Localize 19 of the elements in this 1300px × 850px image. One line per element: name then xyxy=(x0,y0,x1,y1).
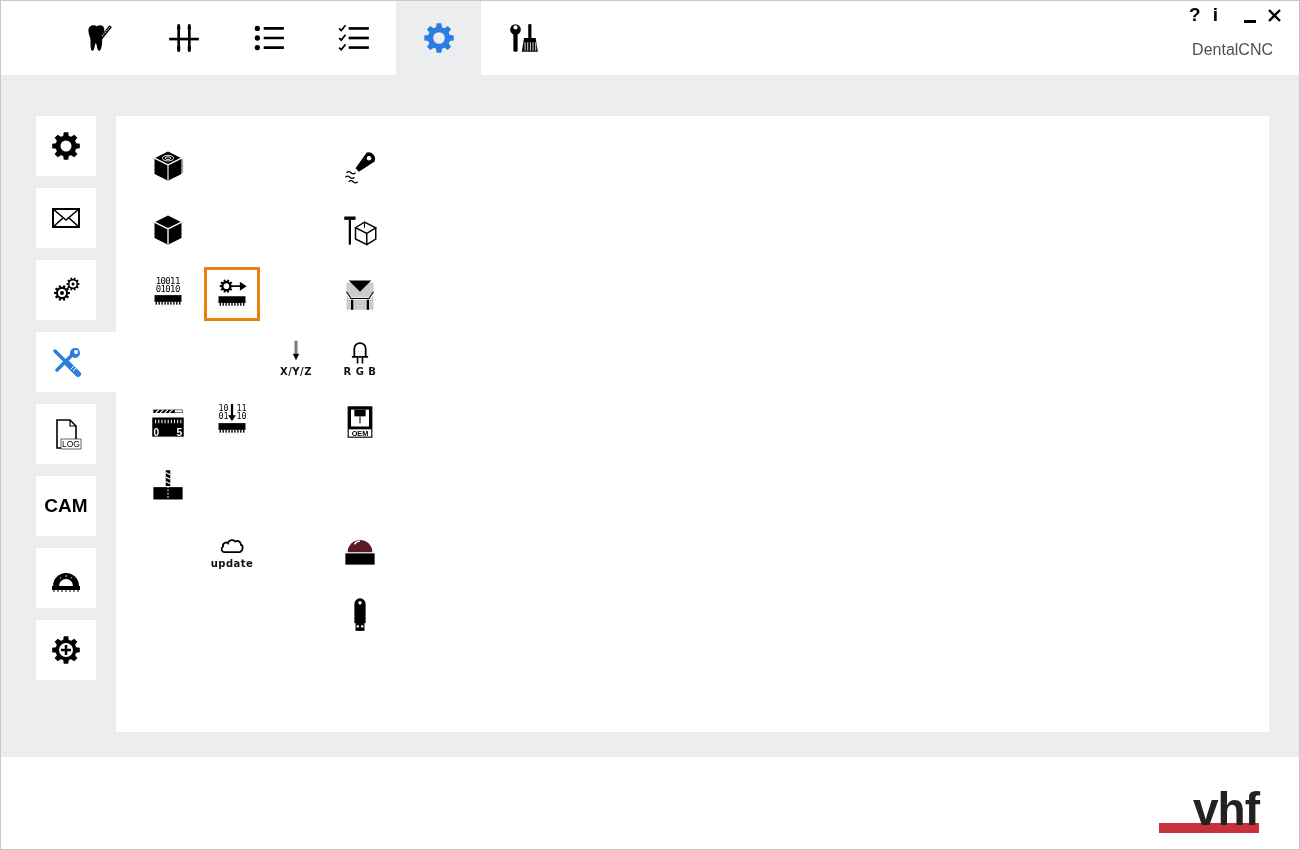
sidebar-item[interactable]: LOG xyxy=(36,404,96,464)
settings-icon xyxy=(421,21,456,55)
sidebar-item[interactable] xyxy=(36,620,96,680)
tool-button[interactable] xyxy=(204,267,260,321)
sidebar-item[interactable] xyxy=(36,116,96,176)
help-button[interactable]: ? xyxy=(1183,3,1207,27)
logo: vhf xyxy=(1159,789,1259,833)
sidebar-item[interactable] xyxy=(36,548,96,608)
sidebar-item[interactable]: CAM xyxy=(36,476,96,536)
sidebar-item[interactable] xyxy=(36,260,96,320)
settings-icon xyxy=(50,130,82,162)
minimize-icon xyxy=(1244,19,1256,23)
sliders-icon xyxy=(166,21,201,55)
close-icon xyxy=(1268,8,1281,22)
gear-plus-icon xyxy=(50,634,82,666)
app-title: DentalCNC xyxy=(1192,41,1274,59)
tools-icon xyxy=(50,346,82,378)
info-button[interactable]: i xyxy=(1206,3,1224,27)
sidebar-item[interactable] xyxy=(36,188,96,248)
